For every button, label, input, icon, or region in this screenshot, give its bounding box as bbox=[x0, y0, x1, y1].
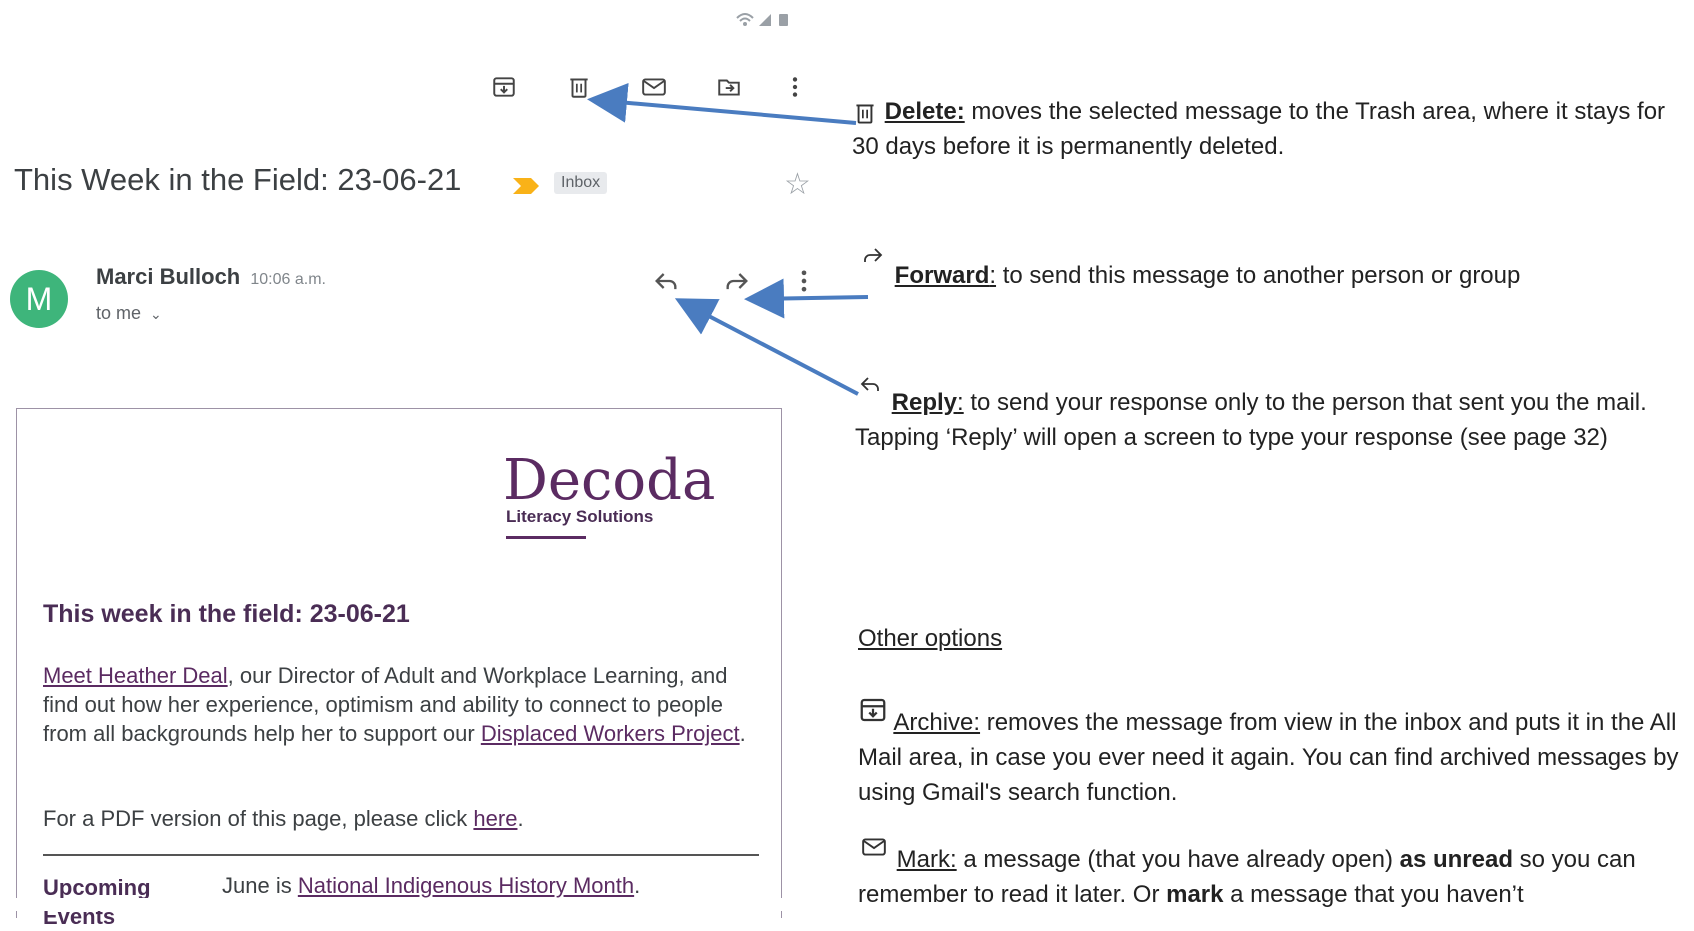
reply-icon bbox=[655, 273, 677, 290]
more-options-button[interactable] bbox=[778, 70, 812, 104]
reply-annotation: Reply: to send your response only to the… bbox=[855, 377, 1685, 455]
mark-unread-icon bbox=[642, 78, 666, 96]
message-more-button[interactable] bbox=[787, 264, 821, 298]
pdf-line: For a PDF version of this page, please c… bbox=[43, 806, 524, 831]
important-marker-icon[interactable] bbox=[511, 176, 541, 201]
sent-time: 10:06 a.m. bbox=[250, 271, 326, 288]
indigenous-history-link[interactable]: National Indigenous History Month bbox=[298, 873, 634, 898]
archive-annotation: Archive: removes the message from view i… bbox=[858, 698, 1688, 810]
delete-icon bbox=[856, 104, 874, 124]
reply-arrow bbox=[674, 298, 859, 396]
meet-heather-link[interactable]: Meet Heather Deal bbox=[43, 663, 228, 688]
move-button[interactable] bbox=[712, 70, 746, 104]
email-subject: This Week in the Field: 23-06-21 bbox=[14, 162, 462, 197]
other-options-heading: Other options bbox=[858, 625, 1003, 652]
avatar: M bbox=[10, 270, 68, 328]
archive-button[interactable] bbox=[487, 70, 521, 104]
logo-subtitle: Literacy Solutions bbox=[506, 507, 654, 526]
mark-annotation: Mark: a message (that you have already o… bbox=[858, 838, 1688, 912]
logo-underline bbox=[506, 536, 586, 539]
star-icon[interactable]: ☆ bbox=[784, 167, 811, 202]
decoda-logo: Decoda bbox=[503, 448, 716, 513]
mark-unread-icon bbox=[862, 838, 886, 856]
body-heading: This week in the field: 23-06-21 bbox=[43, 600, 410, 628]
mark-unread-button[interactable] bbox=[637, 70, 671, 104]
recipient-details-toggle[interactable]: to me ⌄ bbox=[96, 303, 162, 324]
reply-icon bbox=[860, 377, 879, 391]
archive-icon bbox=[493, 77, 515, 97]
signal-icon bbox=[736, 13, 788, 26]
status-bar-icons bbox=[735, 10, 795, 31]
divider bbox=[43, 854, 759, 856]
forward-icon bbox=[864, 248, 883, 262]
body-paragraph: Meet Heather Deal, our Director of Adult… bbox=[43, 663, 746, 746]
events-line: June is National Indigenous History Mont… bbox=[222, 873, 641, 898]
delete-button[interactable] bbox=[562, 70, 596, 104]
forward-icon bbox=[726, 273, 748, 290]
pdf-here-link[interactable]: here bbox=[473, 806, 517, 831]
sender-line: Marci Bulloch 10:06 a.m. bbox=[96, 264, 326, 290]
move-icon bbox=[718, 79, 740, 96]
archive-icon bbox=[860, 698, 886, 722]
sender-name: Marci Bulloch bbox=[96, 264, 241, 289]
bottom-cutoff bbox=[0, 898, 860, 911]
more-icon bbox=[801, 270, 807, 292]
forward-button[interactable] bbox=[720, 264, 754, 298]
displaced-workers-link[interactable]: Displaced Workers Project bbox=[481, 721, 740, 746]
reply-button[interactable] bbox=[649, 264, 683, 298]
forward-annotation: Forward: to send this message to another… bbox=[858, 248, 1678, 293]
delete-annotation: Delete: moves the selected message to th… bbox=[852, 98, 1666, 160]
delete-icon bbox=[570, 78, 588, 98]
more-icon bbox=[792, 77, 798, 97]
recipient-text: to me bbox=[96, 303, 142, 323]
chevron-down-icon: ⌄ bbox=[150, 306, 162, 322]
inbox-label-badge[interactable]: Inbox bbox=[554, 172, 608, 194]
